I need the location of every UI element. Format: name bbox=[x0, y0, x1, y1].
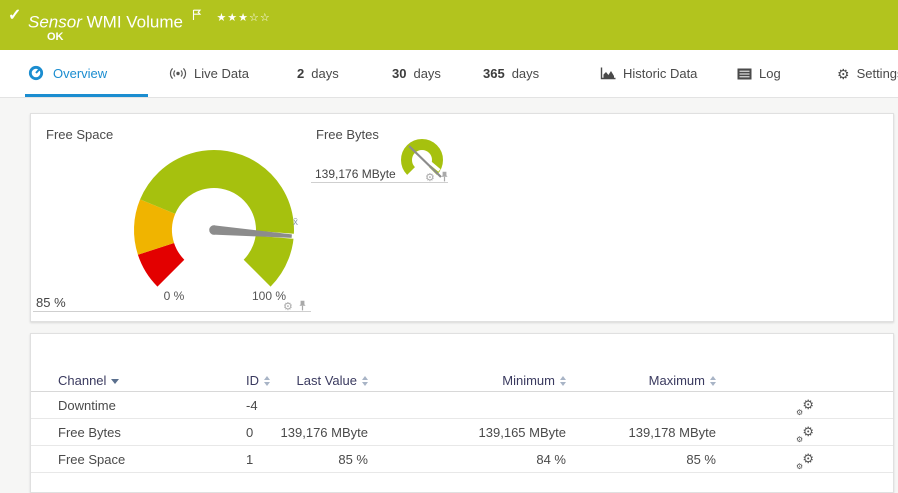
sort-icon bbox=[710, 375, 716, 386]
page-title: Sensor WMI Volume ★★★☆☆ bbox=[28, 6, 271, 33]
cell-maximum bbox=[566, 392, 716, 418]
tab-2-days[interactable]: 2 days bbox=[293, 50, 343, 97]
cell-minimum: 139,165 MByte bbox=[478, 425, 566, 440]
tab-365-days[interactable]: 365 days bbox=[479, 50, 543, 97]
tile-pin-icon[interactable] bbox=[298, 298, 307, 316]
sensor-status-header: ✓ Sensor WMI Volume ★★★☆☆ OK bbox=[0, 0, 898, 50]
sensor-name: WMI Volume bbox=[86, 12, 183, 32]
gauge-segment-warning bbox=[134, 199, 176, 255]
tab-live-data[interactable]: Live Data bbox=[165, 50, 253, 97]
settings-gear-icon: ⚙ bbox=[837, 65, 850, 82]
tab-2-days-unit: days bbox=[311, 66, 339, 81]
cell-channel: Free Space bbox=[58, 452, 126, 467]
tile-gear-icon[interactable]: ⚙ bbox=[283, 301, 293, 313]
tab-live-data-label: Live Data bbox=[194, 66, 249, 81]
tab-historic-data[interactable]: Historic Data bbox=[596, 50, 701, 97]
cell-minimum: 84 % bbox=[536, 452, 566, 467]
log-list-icon bbox=[737, 68, 752, 80]
column-header-last-value-label: Last Value bbox=[296, 372, 357, 388]
free-bytes-value: 139,176 MByte bbox=[315, 167, 396, 181]
area-chart-icon bbox=[600, 67, 616, 80]
cell-last-value: 85 % bbox=[338, 452, 368, 467]
tab-historic-data-label: Historic Data bbox=[623, 66, 698, 81]
cell-maximum: 85 % bbox=[686, 452, 716, 467]
column-header-last-value[interactable]: Last Value bbox=[218, 370, 368, 391]
tab-overview-label: Overview bbox=[53, 66, 108, 81]
gauge-scale-min-label: 0 % bbox=[163, 289, 185, 303]
tile-gear-icon[interactable]: ⚙ bbox=[425, 172, 435, 184]
sort-icon bbox=[362, 375, 368, 386]
channel-settings-button[interactable]: ⚙ ⚙ bbox=[793, 446, 817, 472]
tab-30-days[interactable]: 30 days bbox=[388, 50, 445, 97]
column-header-minimum[interactable]: Minimum bbox=[416, 370, 566, 391]
table-row-downtime: Downtime -4 ⚙ ⚙ bbox=[31, 392, 893, 419]
column-header-channel-label: Channel bbox=[58, 372, 107, 388]
sort-desc-icon bbox=[111, 379, 120, 384]
cell-last-value: 139,176 MByte bbox=[280, 425, 368, 440]
tab-30-days-unit: days bbox=[413, 66, 441, 81]
channel-table-header: Channel ID Last Value Minimum Maximum bbox=[31, 370, 893, 392]
gauge-segment-error bbox=[137, 242, 185, 287]
cell-maximum: 139,178 MByte bbox=[628, 425, 716, 440]
free-space-tile-actions: ⚙ bbox=[283, 298, 307, 316]
cell-channel: Downtime bbox=[58, 398, 116, 413]
status-badge: OK bbox=[47, 31, 64, 43]
priority-stars[interactable]: ★★★☆☆ bbox=[216, 11, 270, 24]
free-space-value: 85 % bbox=[36, 295, 66, 310]
sensor-type-label: Sensor bbox=[28, 12, 82, 32]
stars-filled: ★★★ bbox=[216, 12, 250, 24]
free-space-gauge-title: Free Space bbox=[46, 127, 114, 142]
tab-2-days-value: 2 bbox=[297, 66, 305, 81]
table-row-free-space: Free Space 1 85 % 84 % 85 % ⚙ ⚙ bbox=[31, 446, 893, 473]
cell-minimum bbox=[416, 392, 566, 418]
gauges-panel: Free Space x̄ 0 % 100 % 85 % ⚙ Free Byte… bbox=[30, 113, 894, 322]
table-row-free-bytes: Free Bytes 0 139,176 MByte 139,165 MByte… bbox=[31, 419, 893, 446]
live-data-icon bbox=[169, 67, 187, 80]
tab-365-days-unit: days bbox=[511, 66, 540, 81]
tab-settings-label: Settings bbox=[856, 66, 898, 81]
tab-log[interactable]: Log bbox=[733, 50, 785, 97]
tab-bar: Overview Live Data 2 days 30 days 365 da… bbox=[0, 50, 898, 98]
flag-icon[interactable] bbox=[192, 6, 202, 26]
cell-channel: Free Bytes bbox=[58, 425, 121, 440]
column-header-maximum[interactable]: Maximum bbox=[566, 370, 716, 391]
tab-365-days-value: 365 bbox=[483, 66, 505, 81]
channel-settings-button[interactable]: ⚙ ⚙ bbox=[793, 392, 817, 418]
free-bytes-gauge-title: Free Bytes bbox=[316, 127, 379, 142]
free-bytes-tile-actions: ⚙ bbox=[425, 169, 449, 187]
channel-table-panel: Channel ID Last Value Minimum Maximum Do… bbox=[30, 333, 894, 493]
column-header-minimum-label: Minimum bbox=[502, 372, 555, 388]
tile-divider bbox=[33, 311, 311, 312]
tab-log-label: Log bbox=[759, 66, 781, 81]
tile-pin-icon[interactable] bbox=[440, 169, 449, 187]
gauge-mean-marker: x̄ bbox=[293, 217, 298, 228]
tab-overview[interactable]: Overview bbox=[25, 50, 148, 97]
channel-settings-button[interactable]: ⚙ ⚙ bbox=[793, 419, 817, 445]
stars-empty: ☆☆ bbox=[249, 12, 271, 24]
gauge-icon bbox=[28, 65, 44, 81]
column-header-channel[interactable]: Channel bbox=[58, 370, 218, 391]
tab-settings[interactable]: ⚙ Settings bbox=[833, 50, 898, 97]
ok-check-icon: ✓ bbox=[8, 7, 22, 24]
tab-30-days-value: 30 bbox=[392, 66, 407, 81]
column-header-maximum-label: Maximum bbox=[648, 372, 705, 388]
cell-last-value bbox=[218, 392, 368, 418]
